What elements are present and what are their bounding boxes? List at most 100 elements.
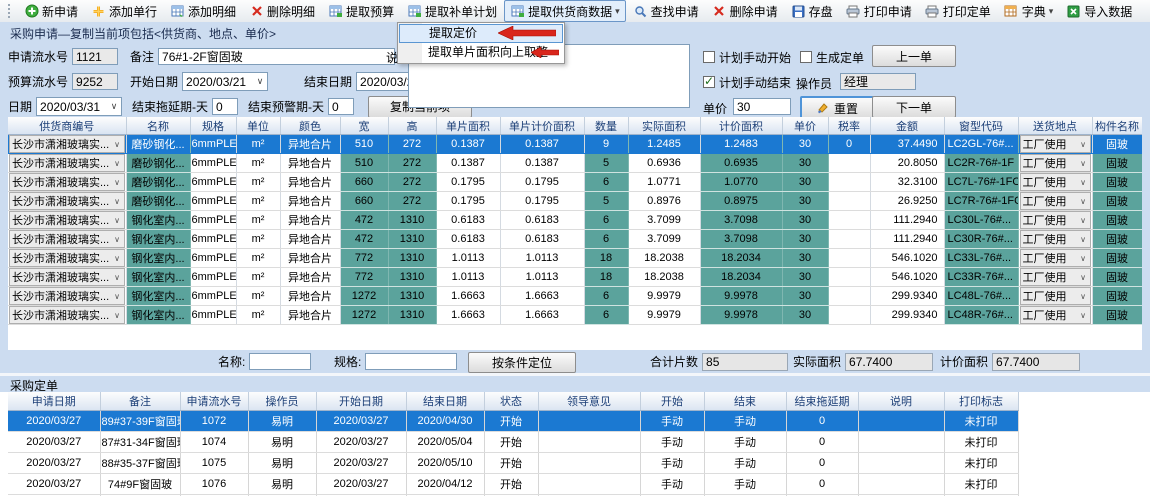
column-header[interactable]: 申请流水号 (180, 392, 248, 411)
chevron-down-icon[interactable]: ∨ (1077, 216, 1090, 225)
new-request-button[interactable]: 新申请 (18, 0, 84, 22)
chevron-down-icon[interactable]: ∨ (111, 235, 124, 244)
remark-field[interactable]: 76#1-2F窗固玻 (158, 48, 395, 65)
next-order-button[interactable]: 下一单 (872, 96, 956, 118)
table-row[interactable]: 2020/03/2774#9F窗固玻1076易明2020/03/272020/0… (8, 474, 1018, 495)
unit-price-field[interactable]: 30 (733, 98, 791, 115)
add-row-button[interactable]: 添加单行 (85, 0, 163, 22)
budget-no-field[interactable]: 9252 (72, 73, 118, 90)
chevron-down-icon[interactable]: ∨ (1077, 178, 1090, 187)
column-header[interactable]: 单片面积 (436, 117, 500, 135)
chevron-down-icon[interactable]: ∨ (111, 216, 124, 225)
column-header[interactable]: 打印标志 (944, 392, 1018, 411)
date-combobox[interactable]: 2020/03/31 ∨ (36, 97, 122, 116)
supplier-combobox-cell[interactable]: 长沙市潇湘玻璃实...∨ (8, 192, 126, 211)
delivery-place-combobox-cell[interactable]: 工厂使用∨ (1018, 173, 1092, 192)
supplier-combobox-cell[interactable]: 长沙市潇湘玻璃实...∨ (8, 154, 126, 173)
plan-manual-start-checkbox[interactable] (703, 51, 715, 63)
table-row[interactable]: 长沙市潇湘玻璃实...∨钢化室内...6mmPLE...m²异地合片127213… (8, 306, 1142, 325)
print-order-button[interactable]: 打印定单 (919, 0, 997, 22)
find-request-button[interactable]: 查找申请 (627, 0, 705, 22)
table-row[interactable]: 2020/03/2787#31-34F窗固玻1074易明2020/03/2720… (8, 432, 1018, 453)
column-header[interactable]: 数量 (584, 117, 628, 135)
column-header[interactable]: 开始 (640, 392, 704, 411)
delivery-place-combobox-cell[interactable]: 工厂使用∨ (1018, 268, 1092, 287)
supplier-combobox-cell[interactable]: 长沙市潇湘玻璃实...∨ (8, 135, 126, 154)
locate-by-condition-button[interactable]: 按条件定位 (468, 352, 576, 373)
chevron-down-icon[interactable]: ∨ (111, 178, 124, 187)
import-data-button[interactable]: 导入数据 (1060, 0, 1138, 22)
supplier-combobox-cell[interactable]: 长沙市潇湘玻璃实...∨ (8, 173, 126, 192)
chevron-down-icon[interactable]: ∨ (111, 292, 124, 301)
column-header[interactable]: 结束拖延期 (786, 392, 858, 411)
column-header[interactable]: 颜色 (280, 117, 340, 135)
column-header[interactable]: 备注 (100, 392, 180, 411)
chevron-down-icon[interactable]: ∨ (1077, 140, 1090, 149)
chevron-down-icon[interactable]: ∨ (111, 254, 124, 263)
chevron-down-icon[interactable]: ∨ (1077, 159, 1090, 168)
end-warn-field[interactable]: 0 (328, 98, 354, 115)
request-no-field[interactable]: 1121 (72, 48, 118, 65)
delivery-place-combobox-cell[interactable]: 工厂使用∨ (1018, 230, 1092, 249)
delete-request-button[interactable]: 删除申请 (706, 0, 784, 22)
table-row[interactable]: 长沙市潇湘玻璃实...∨钢化室内...6mmPLE...m²异地合片127213… (8, 287, 1142, 306)
make-order-checkbox[interactable] (800, 51, 812, 63)
chevron-down-icon[interactable]: ∨ (1077, 254, 1090, 263)
column-header[interactable]: 单片计价面积 (500, 117, 584, 135)
chevron-down-icon[interactable]: ∨ (111, 311, 124, 320)
chevron-down-icon[interactable]: ∨ (111, 159, 124, 168)
save-button[interactable]: 存盘 (785, 0, 839, 22)
column-header[interactable]: 状态 (484, 392, 538, 411)
column-header[interactable]: 领导意见 (538, 392, 640, 411)
extract-budget-button[interactable]: 提取预算 (322, 0, 400, 22)
supplier-combobox-cell[interactable]: 长沙市潇湘玻璃实...∨ (8, 268, 126, 287)
column-header[interactable]: 单价 (782, 117, 828, 135)
end-delay-field[interactable]: 0 (212, 98, 238, 115)
table-row[interactable]: 2020/03/2789#37-39F窗固玻1072易明2020/03/2720… (8, 411, 1018, 432)
chevron-down-icon[interactable]: ∨ (111, 140, 124, 149)
delivery-place-combobox-cell[interactable]: 工厂使用∨ (1018, 135, 1092, 154)
column-header[interactable]: 说明 (858, 392, 944, 411)
chevron-down-icon[interactable]: ∨ (1077, 273, 1090, 282)
column-header[interactable]: 申请日期 (8, 392, 100, 411)
table-row[interactable]: 长沙市潇湘玻璃实...∨钢化室内...6mmPLE...m²异地合片772131… (8, 268, 1142, 287)
supplier-combobox-cell[interactable]: 长沙市潇湘玻璃实...∨ (8, 211, 126, 230)
table-row[interactable]: 长沙市潇湘玻璃实...∨磨砂钢化...6mmPLE...m²异地合片660272… (8, 192, 1142, 211)
dictionary-button[interactable]: 字典▾ (998, 0, 1060, 22)
delivery-place-combobox-cell[interactable]: 工厂使用∨ (1018, 211, 1092, 230)
chevron-down-icon[interactable]: ∨ (253, 76, 267, 87)
chevron-down-icon[interactable]: ∨ (1077, 292, 1090, 301)
column-header[interactable]: 规格 (190, 117, 236, 135)
previous-order-button[interactable]: 上一单 (872, 45, 956, 67)
column-header[interactable]: 名称 (126, 117, 190, 135)
chevron-down-icon[interactable]: ∨ (111, 197, 124, 206)
column-header[interactable]: 结束日期 (406, 392, 484, 411)
table-row[interactable]: 长沙市潇湘玻璃实...∨磨砂钢化...6mmPLE...m²异地合片660272… (8, 173, 1142, 192)
extract-supplier-data-button[interactable]: 提取供货商数据▾ (504, 0, 626, 22)
spec-filter-input[interactable] (365, 353, 457, 370)
table-row[interactable]: 长沙市潇湘玻璃实...∨钢化室内...6mmPLE...m²异地合片772131… (8, 249, 1142, 268)
column-header[interactable]: 实际面积 (628, 117, 700, 135)
chevron-down-icon[interactable]: ∨ (1077, 311, 1090, 320)
chevron-down-icon[interactable]: ∨ (111, 273, 124, 282)
extract-supplement-plan-button[interactable]: 提取补单计划 (401, 0, 503, 22)
chevron-down-icon[interactable]: ∨ (1077, 235, 1090, 244)
add-detail-button[interactable]: 添加明细 (164, 0, 242, 22)
supplier-combobox-cell[interactable]: 长沙市潇湘玻璃实...∨ (8, 249, 126, 268)
column-header[interactable]: 构件名称 (1092, 117, 1142, 135)
supplier-combobox-cell[interactable]: 长沙市潇湘玻璃实...∨ (8, 230, 126, 249)
table-row[interactable]: 长沙市潇湘玻璃实...∨磨砂钢化...6mmPLE...m²异地合片510272… (8, 135, 1142, 154)
column-header[interactable]: 开始日期 (316, 392, 406, 411)
chevron-down-icon[interactable]: ∨ (107, 101, 121, 112)
column-header[interactable]: 供货商编号 (8, 117, 126, 135)
column-header[interactable]: 操作员 (248, 392, 316, 411)
column-header[interactable]: 高 (388, 117, 436, 135)
table-row[interactable]: 长沙市潇湘玻璃实...∨钢化室内...6mmPLE...m²异地合片472131… (8, 211, 1142, 230)
table-row[interactable]: 长沙市潇湘玻璃实...∨钢化室内...6mmPLE...m²异地合片472131… (8, 230, 1142, 249)
column-header[interactable]: 窗型代码 (944, 117, 1018, 135)
delivery-place-combobox-cell[interactable]: 工厂使用∨ (1018, 287, 1092, 306)
delivery-place-combobox-cell[interactable]: 工厂使用∨ (1018, 192, 1092, 211)
delete-detail-button[interactable]: 删除明细 (243, 0, 321, 22)
column-header[interactable]: 税率 (828, 117, 870, 135)
column-header[interactable]: 单位 (236, 117, 280, 135)
